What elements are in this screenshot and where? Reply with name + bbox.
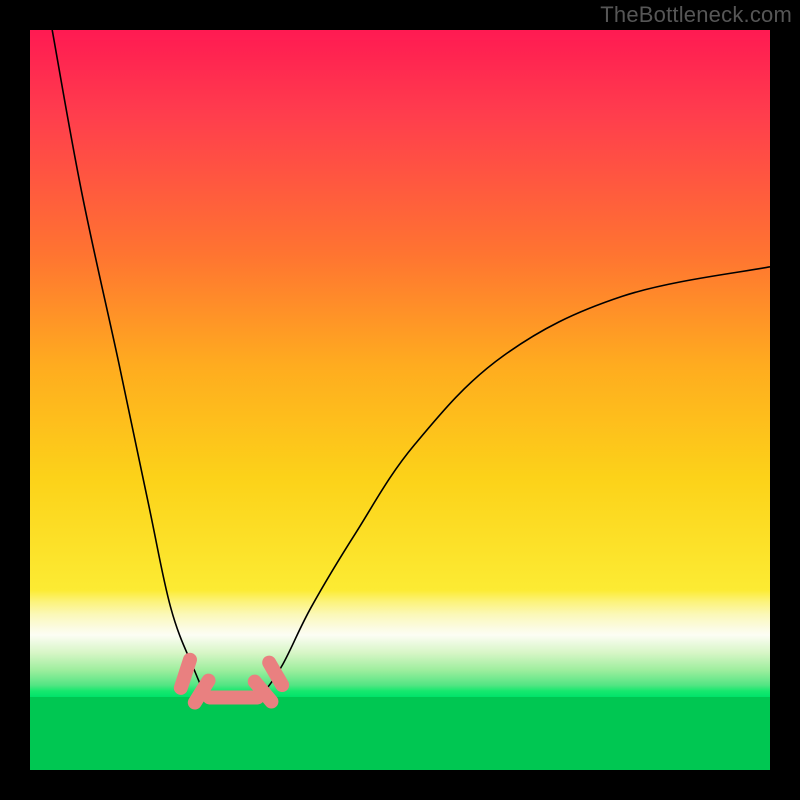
watermark-text: TheBottleneck.com [600, 2, 792, 28]
plot-area [30, 30, 770, 770]
chart-frame: TheBottleneck.com [0, 0, 800, 800]
bg-gradient-bright [30, 685, 770, 697]
bg-gradient-main [30, 30, 770, 590]
bg-green-fill [30, 697, 770, 770]
bg-gradient-trans [30, 635, 770, 685]
bg-gradient-pale [30, 590, 770, 635]
